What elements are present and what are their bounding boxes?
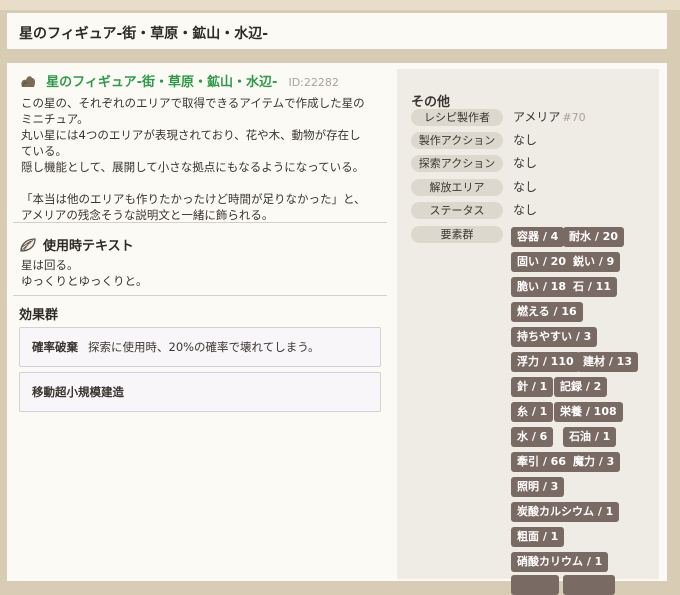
info-label: 製作アクション xyxy=(411,132,503,149)
element-tag: 鋭い / 9 xyxy=(567,252,621,272)
element-tag: 粗面 / 1 xyxy=(511,527,565,547)
item-name: 星のフィギュア-街・草原・鉱山・水辺- xyxy=(46,75,278,90)
divider xyxy=(13,295,387,296)
info-value: なし xyxy=(513,133,538,147)
element-tag: 浮力 / 110 xyxy=(511,352,580,372)
element-tag: 容器 / 4 xyxy=(511,227,565,247)
divider xyxy=(13,222,387,223)
element-tag: 炭酸カルシウム / 1 xyxy=(511,502,620,522)
effect-detail: 探索に使用時、20%の確率で壊れてしまう。 xyxy=(88,340,320,354)
info-value: なし xyxy=(513,203,538,217)
item-heading: 星のフィギュア-街・草原・鉱山・水辺- ID:22282 xyxy=(19,71,339,90)
effect-item: 確率破棄 探索に使用時、20%の確率で壊れてしまう。 xyxy=(19,327,381,367)
ore-pouch-icon xyxy=(21,76,36,87)
element-tag: 硝酸カリウム / 1 xyxy=(511,552,609,572)
element-tag: 石 / 11 xyxy=(567,277,617,297)
element-tag: 糸 / 1 xyxy=(511,402,554,422)
element-tag: 記録 / 2 xyxy=(554,377,608,397)
info-label: 探索アクション xyxy=(411,155,503,172)
effect-item: 移動超小規模建造 xyxy=(19,372,381,412)
creator-number: #70 xyxy=(562,111,586,124)
top-frame xyxy=(0,0,680,10)
usage-heading: 使用時テキスト xyxy=(19,235,134,254)
element-tag: 固い / 20 xyxy=(511,252,572,272)
page-header: 星のフィギュア-街・草原・鉱山・水辺- xyxy=(6,12,668,50)
element-tag: 建材 / 13 xyxy=(577,352,638,372)
info-value: なし xyxy=(513,180,538,194)
creator-name[interactable]: アメリア xyxy=(513,110,560,124)
info-label: レシピ製作者 xyxy=(411,109,503,126)
info-label: 要素群 xyxy=(411,226,503,243)
element-tag-partial xyxy=(511,575,559,595)
element-tag: 栄養 / 108 xyxy=(554,402,623,422)
effects-title: 効果群 xyxy=(19,308,59,323)
item-id: ID:22282 xyxy=(288,76,339,89)
usage-text: 星は回る。 ゆっくりとゆっくりと。 xyxy=(21,258,148,288)
element-tag: 脆い / 18 xyxy=(511,277,572,297)
element-tag: 石油 / 1 xyxy=(563,427,617,447)
element-tag: 魔力 / 3 xyxy=(567,452,621,472)
info-value: なし xyxy=(513,156,538,170)
other-title: その他 xyxy=(411,95,451,110)
element-tag-partial xyxy=(563,575,615,595)
info-label: ステータス xyxy=(411,202,503,219)
usage-title: 使用時テキスト xyxy=(43,239,134,254)
element-tag: 牽引 / 66 xyxy=(511,452,572,472)
effect-name: 移動超小規模建造 xyxy=(32,385,124,399)
info-label: 解放エリア xyxy=(411,179,503,196)
element-tag: 燃える / 16 xyxy=(511,302,583,322)
shell-icon xyxy=(20,238,36,252)
other-info: その他 レシピ製作者 アメリア #70 製作アクション なし 探索アクション なし… xyxy=(397,69,659,595)
element-tag: 耐水 / 20 xyxy=(563,227,624,247)
element-tag: 持ちやすい / 3 xyxy=(511,327,598,347)
element-tag: 水 / 6 xyxy=(511,427,554,447)
element-tag: 針 / 1 xyxy=(511,377,554,397)
page-title: 星のフィギュア-街・草原・鉱山・水辺- xyxy=(19,26,269,42)
info-value: アメリア #70 xyxy=(513,109,586,126)
effect-name: 確率破棄 xyxy=(32,340,78,354)
item-panel: 星のフィギュア-街・草原・鉱山・水辺- ID:22282 この星の、それぞれのエ… xyxy=(6,62,668,595)
element-tag: 照明 / 3 xyxy=(511,477,565,497)
item-description: この星の、それぞれのエリアで取得できるアイテムで作成した星の ミニチュア。 丸い… xyxy=(21,96,366,222)
